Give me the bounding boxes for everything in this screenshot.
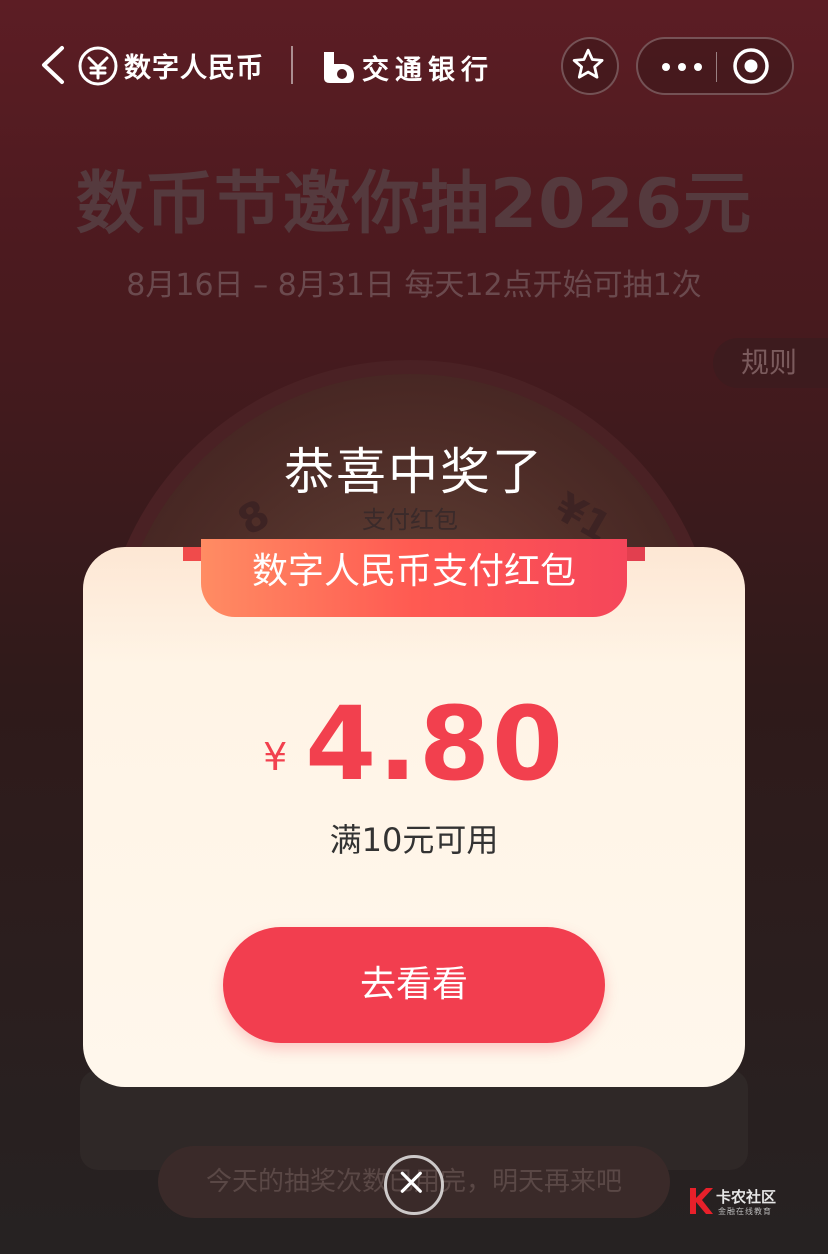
close-icon: [400, 1171, 422, 1193]
nav-divider: [291, 46, 293, 84]
campaign-title: 数币节邀你抽2026元: [75, 165, 753, 244]
miniprogram-capsule: [636, 37, 794, 95]
bocom-logo-icon: [324, 52, 354, 83]
prize-type-label: 数字人民币支付红包: [251, 551, 576, 592]
app-name: 数字人民币: [124, 53, 264, 84]
campaign-dates: 8月16日 – 8月31日 每天12点开始可抽1次: [126, 268, 702, 303]
congrats-heading: 恭喜中奖了: [284, 443, 544, 501]
more-dots-icon[interactable]: [660, 57, 704, 77]
back-icon[interactable]: [38, 44, 68, 86]
usage-condition: 满10元可用: [329, 821, 499, 859]
prize-ribbon: 数字人民币支付红包: [201, 539, 627, 617]
currency-symbol: ¥: [263, 735, 288, 779]
capsule-divider: [716, 52, 717, 82]
view-prize-button[interactable]: 去看看: [223, 927, 605, 1043]
rules-button[interactable]: 规则: [713, 338, 828, 388]
watermark-sub: 金融在线教育: [718, 1207, 772, 1216]
prize-dialog: 数字人民币支付红包 ¥4.80 满10元可用 去看看: [83, 539, 745, 1087]
star-icon: [572, 48, 604, 79]
watermark-name: 卡农社区: [716, 1188, 777, 1206]
e-cny-logo-icon: [78, 46, 118, 86]
close-dialog-button[interactable]: [384, 1155, 444, 1215]
bank-name: 交通银行: [362, 55, 494, 86]
favorite-button[interactable]: [561, 37, 619, 95]
watermark: 卡农社区 金融在线教育: [686, 1186, 796, 1220]
watermark-logo-icon: [690, 1188, 713, 1214]
wheel-prize-label: 支付红包: [362, 506, 458, 534]
prize-amount: 4.80: [305, 685, 565, 804]
close-miniprogram-icon[interactable]: [732, 47, 770, 85]
top-nav: 数字人民币 交通银行: [0, 0, 828, 130]
prize-amount-row: ¥4.80: [83, 685, 745, 804]
